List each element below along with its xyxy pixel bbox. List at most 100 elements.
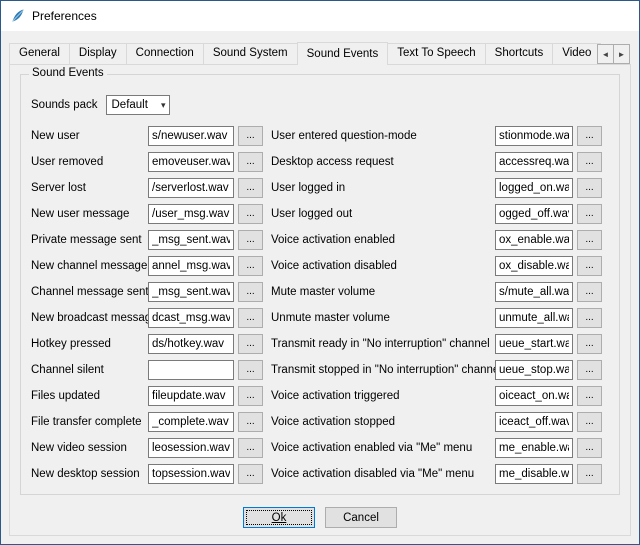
sound-file-input[interactable] xyxy=(148,256,234,276)
sound-event-row: Voice activation enabled via "Me" menu .… xyxy=(271,435,602,461)
sound-file-input[interactable] xyxy=(495,464,573,484)
sound-file-input[interactable] xyxy=(495,178,573,198)
browse-button[interactable]: ... xyxy=(577,464,602,484)
browse-button[interactable]: ... xyxy=(577,308,602,328)
sound-event-label: Voice activation enabled xyxy=(271,234,495,246)
browse-button[interactable]: ... xyxy=(577,204,602,224)
browse-button[interactable]: ... xyxy=(238,412,263,432)
sound-event-row: Desktop access request ... xyxy=(271,149,602,175)
sounds-pack-value: Default xyxy=(112,99,148,111)
sound-file-input[interactable] xyxy=(148,204,234,224)
sound-event-row: Voice activation triggered ... xyxy=(271,383,602,409)
sound-event-row: Mute master volume ... xyxy=(271,279,602,305)
sound-file-input[interactable] xyxy=(148,126,234,146)
sound-file-input[interactable] xyxy=(495,412,573,432)
tab-display[interactable]: Display xyxy=(69,43,127,64)
browse-button[interactable]: ... xyxy=(577,126,602,146)
titlebar: Preferences xyxy=(1,1,639,31)
browse-button[interactable]: ... xyxy=(238,308,263,328)
sound-file-input[interactable] xyxy=(495,282,573,302)
sound-event-label: Private message sent xyxy=(31,234,148,246)
sound-event-row: New video session ... xyxy=(31,435,263,461)
ok-button[interactable]: Ok xyxy=(243,507,315,528)
sound-file-input[interactable] xyxy=(495,152,573,172)
sound-event-row: Unmute master volume ... xyxy=(271,305,602,331)
sound-event-row: User logged in ... xyxy=(271,175,602,201)
sound-file-input[interactable] xyxy=(495,334,573,354)
browse-button[interactable]: ... xyxy=(238,126,263,146)
browse-button[interactable]: ... xyxy=(577,334,602,354)
tab-scroll-left-button[interactable]: ◄ xyxy=(597,44,614,64)
sound-file-input[interactable] xyxy=(148,230,234,250)
browse-button[interactable]: ... xyxy=(238,438,263,458)
sound-file-input[interactable] xyxy=(495,386,573,406)
browse-button[interactable]: ... xyxy=(577,412,602,432)
sound-file-input[interactable] xyxy=(148,282,234,302)
sound-event-label: New user message xyxy=(31,208,148,220)
browse-button[interactable]: ... xyxy=(238,178,263,198)
sound-file-input[interactable] xyxy=(495,230,573,250)
tab-video[interactable]: Video xyxy=(552,43,601,64)
sound-file-input[interactable] xyxy=(148,464,234,484)
browse-button[interactable]: ... xyxy=(577,438,602,458)
group-content: Sounds pack Default ▾ New user ... xyxy=(21,75,619,487)
browse-button[interactable]: ... xyxy=(238,152,263,172)
browse-button[interactable]: ... xyxy=(238,360,263,380)
sound-event-row: User logged out ... xyxy=(271,201,602,227)
tab-general[interactable]: General xyxy=(9,43,70,64)
sound-file-input[interactable] xyxy=(148,438,234,458)
browse-button[interactable]: ... xyxy=(577,230,602,250)
browse-button[interactable]: ... xyxy=(238,230,263,250)
sound-file-input[interactable] xyxy=(495,308,573,328)
sound-file-input[interactable] xyxy=(148,152,234,172)
sound-event-label: New user xyxy=(31,130,148,142)
browse-button[interactable]: ... xyxy=(577,282,602,302)
browse-button[interactable]: ... xyxy=(238,282,263,302)
sound-file-input[interactable] xyxy=(148,178,234,198)
browse-button[interactable]: ... xyxy=(238,464,263,484)
tab-sound-system[interactable]: Sound System xyxy=(203,43,298,64)
sound-file-input[interactable] xyxy=(495,204,573,224)
sound-file-input[interactable] xyxy=(148,360,234,380)
sound-event-row: New user message ... xyxy=(31,201,263,227)
sound-file-input[interactable] xyxy=(495,360,573,380)
scroll-left-icon: ◄ xyxy=(602,50,610,59)
sound-event-label: Channel silent xyxy=(31,364,148,376)
browse-button[interactable]: ... xyxy=(577,360,602,380)
cancel-button[interactable]: Cancel xyxy=(325,507,397,528)
sound-event-label: Transmit stopped in "No interruption" ch… xyxy=(271,364,495,376)
sound-event-label: New channel message xyxy=(31,260,148,272)
tab-bar: General Display Connection Sound System … xyxy=(9,42,631,65)
browse-button[interactable]: ... xyxy=(238,334,263,354)
browse-button[interactable]: ... xyxy=(577,152,602,172)
sound-event-label: New desktop session xyxy=(31,468,148,480)
sound-event-row: New broadcast message ... xyxy=(31,305,263,331)
window-title: Preferences xyxy=(32,9,97,23)
browse-button[interactable]: ... xyxy=(238,204,263,224)
sound-event-row: Transmit stopped in "No interruption" ch… xyxy=(271,357,602,383)
tab-shortcuts[interactable]: Shortcuts xyxy=(485,43,554,64)
sound-event-label: Voice activation enabled via "Me" menu xyxy=(271,442,495,454)
sound-event-row: User removed ... xyxy=(31,149,263,175)
browse-button[interactable]: ... xyxy=(238,386,263,406)
sound-event-label: New broadcast message xyxy=(31,312,148,324)
sound-file-input[interactable] xyxy=(495,256,573,276)
sound-file-input[interactable] xyxy=(148,412,234,432)
sound-file-input[interactable] xyxy=(148,308,234,328)
browse-button[interactable]: ... xyxy=(577,178,602,198)
sound-file-input[interactable] xyxy=(495,126,573,146)
tab-text-to-speech[interactable]: Text To Speech xyxy=(387,43,485,64)
tab-scroll-right-button[interactable]: ► xyxy=(613,44,630,64)
sound-event-row: Private message sent ... xyxy=(31,227,263,253)
browse-button[interactable]: ... xyxy=(577,256,602,276)
tab-sound-events[interactable]: Sound Events xyxy=(297,42,389,65)
sound-file-input[interactable] xyxy=(148,386,234,406)
sounds-pack-select[interactable]: Default ▾ xyxy=(106,95,170,115)
sound-file-input[interactable] xyxy=(148,334,234,354)
sound-event-label: Server lost xyxy=(31,182,148,194)
sound-event-row: Channel silent ... xyxy=(31,357,263,383)
sound-file-input[interactable] xyxy=(495,438,573,458)
tab-connection[interactable]: Connection xyxy=(126,43,204,64)
browse-button[interactable]: ... xyxy=(577,386,602,406)
browse-button[interactable]: ... xyxy=(238,256,263,276)
